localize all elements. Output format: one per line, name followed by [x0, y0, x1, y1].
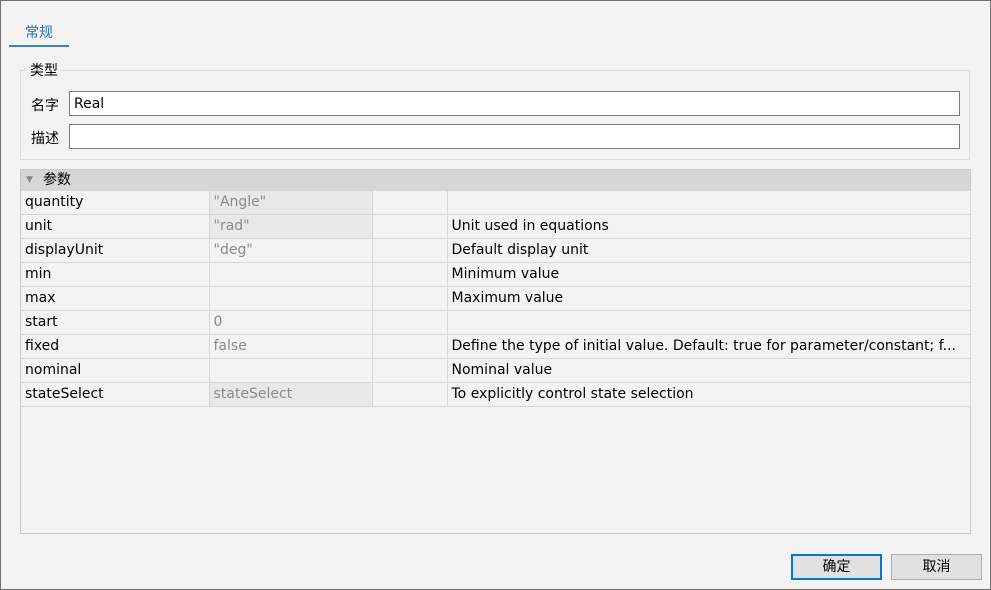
parameter-unit[interactable] — [372, 334, 448, 359]
parameter-row[interactable]: min Minimum value — [21, 262, 971, 287]
parameter-description: Nominal value — [447, 358, 971, 383]
tab-general[interactable]: 常规 — [9, 21, 69, 47]
parameter-description: Default display unit — [447, 238, 971, 263]
parameter-name: nominal — [21, 358, 210, 383]
cancel-button[interactable]: 取消 — [891, 554, 982, 580]
parameter-name: stateSelect — [21, 382, 210, 407]
parameter-row[interactable]: start 0 — [21, 310, 971, 335]
parameter-name: min — [21, 262, 210, 287]
parameter-unit[interactable] — [372, 238, 448, 263]
parameter-value[interactable] — [209, 262, 373, 287]
parameter-value[interactable]: "Angle" — [209, 191, 373, 215]
description-label: 描述 — [31, 131, 59, 147]
parameter-name: start — [21, 310, 210, 335]
parameter-value[interactable]: 0 — [209, 310, 373, 335]
parameter-name: quantity — [21, 191, 210, 215]
parameter-row[interactable]: max Maximum value — [21, 286, 971, 311]
parameter-row[interactable]: fixed false Define the type of initial val… — [21, 334, 971, 359]
parameters-header[interactable]: ▼ 参数 — [21, 170, 970, 191]
ok-button[interactable]: 确定 — [791, 554, 882, 580]
description-input[interactable] — [69, 124, 960, 149]
parameter-description: Maximum value — [447, 286, 971, 311]
parameter-description: Define the type of initial value. Defaul… — [447, 334, 971, 359]
parameters-table: quantity "Angle" unit "rad" Unit used in equ… — [21, 191, 971, 407]
parameter-name: unit — [21, 214, 210, 239]
parameter-name: displayUnit — [21, 238, 210, 263]
parameters-title: 参数 — [43, 172, 71, 188]
type-group-title: 类型 — [27, 60, 61, 80]
parameter-row[interactable]: quantity "Angle" — [21, 191, 971, 215]
parameter-description: To explicitly control state selection — [447, 382, 971, 407]
parameter-row[interactable]: stateSelect stateSelect To explicitly cont… — [21, 382, 971, 407]
collapse-arrow-icon[interactable]: ▼ — [26, 170, 33, 191]
parameter-unit[interactable] — [372, 262, 448, 287]
parameter-value[interactable] — [209, 286, 373, 311]
parameter-value[interactable]: false — [209, 334, 373, 359]
parameter-value[interactable]: "deg" — [209, 238, 373, 263]
parameter-row[interactable]: displayUnit "deg" Default display unit — [21, 238, 971, 263]
parameter-value[interactable]: stateSelect — [209, 382, 373, 407]
parameter-description: Minimum value — [447, 262, 971, 287]
parameters-panel: ▼ 参数 quantity "Angle" unit "rad" Unit used i… — [20, 169, 971, 534]
parameter-description — [447, 191, 971, 215]
parameter-name: fixed — [21, 334, 210, 359]
parameter-unit[interactable] — [372, 358, 448, 383]
parameter-description — [447, 310, 971, 335]
name-label: 名字 — [31, 98, 59, 114]
parameter-row[interactable]: nominal Nominal value — [21, 358, 971, 383]
parameter-value[interactable] — [209, 358, 373, 383]
parameter-description: Unit used in equations — [447, 214, 971, 239]
parameter-unit[interactable] — [372, 191, 448, 215]
parameter-unit[interactable] — [372, 214, 448, 239]
parameter-unit[interactable] — [372, 382, 448, 407]
parameter-unit[interactable] — [372, 310, 448, 335]
parameter-unit[interactable] — [372, 286, 448, 311]
name-input[interactable] — [69, 91, 960, 116]
parameter-value[interactable]: "rad" — [209, 214, 373, 239]
parameter-name: max — [21, 286, 210, 311]
parameter-row[interactable]: unit "rad" Unit used in equations — [21, 214, 971, 239]
